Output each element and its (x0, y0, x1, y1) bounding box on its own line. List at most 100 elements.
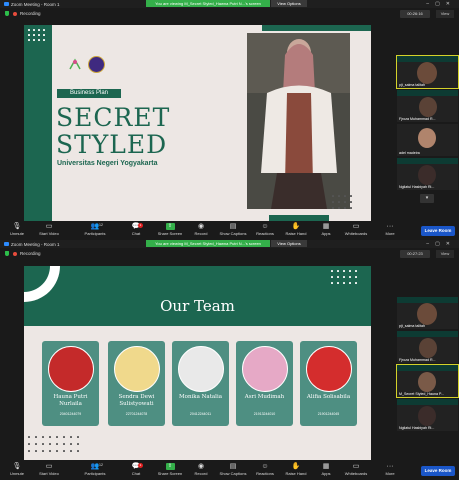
participant-tile[interactable]: pjt_salma talitah (397, 297, 458, 329)
view-grid-button[interactable]: View (436, 250, 454, 258)
reactions-icon: ☺ (261, 463, 269, 470)
record-button[interactable]: ◉ Record (186, 463, 216, 476)
shared-slide: Our Team Hauna Putri Nurlaila 2040124407… (24, 266, 371, 460)
window-controls[interactable]: –▢✕ (426, 241, 456, 247)
participants-button[interactable]: 👥 Participants 12 (80, 463, 110, 476)
record-icon: ◉ (197, 223, 205, 230)
participants-label: Participants (84, 231, 106, 236)
view-grid-button[interactable]: View (436, 10, 454, 18)
whiteboards-button[interactable]: ▭ Whiteboards (341, 463, 371, 476)
participant-name: Fjroza Muhammad R... (399, 117, 436, 121)
reactions-button[interactable]: ☺ Reactions (250, 463, 280, 476)
more-label: More (385, 471, 395, 476)
share-screen-icon: ⇧ (165, 223, 175, 230)
member-id: 20412244011 (189, 412, 212, 416)
apps-label: Apps (321, 231, 331, 236)
start-video-label: Start Video (39, 471, 59, 476)
share-screen-button[interactable]: ⇧ Share Screen (155, 463, 185, 476)
window-controls[interactable]: –▢✕ (426, 1, 456, 7)
reactions-button[interactable]: ☺ Reactions (250, 223, 280, 236)
model-photo-image (247, 33, 350, 209)
raise-hand-button[interactable]: ✋ Raise Hand (281, 463, 311, 476)
shared-slide: Business Plan SECRET STYLED Universitas … (24, 25, 371, 221)
participant-tile[interactable]: Ngilatul Hasbiyah Ri... (397, 399, 458, 431)
record-dot-icon (13, 251, 17, 256)
whiteboards-button[interactable]: ▭ Whiteboards (341, 223, 371, 236)
reactions-label: Reactions (256, 231, 274, 236)
video-off-icon: ▭ (45, 223, 53, 230)
brand-logo-icon (68, 57, 82, 71)
participants-button[interactable]: 👥 Participants 12 (80, 223, 110, 236)
more-button[interactable]: ··· More (375, 463, 405, 476)
whiteboard-icon: ▭ (352, 463, 360, 470)
chat-label: Chat (131, 231, 141, 236)
share-screen-button[interactable]: ⇧ Share Screen (155, 223, 185, 236)
leave-room-button[interactable]: Leave Room (421, 466, 455, 476)
participant-name: M_Secret Styled_Hauna P... (399, 392, 444, 396)
participant-video (418, 372, 436, 392)
chat-button[interactable]: 💬 Chat 1 (121, 223, 151, 236)
show-captions-button[interactable]: ▤ Show Captions (218, 223, 248, 236)
participant-video (417, 62, 437, 84)
unmute-button[interactable]: 🎙 Unmute (2, 463, 32, 476)
record-dot-icon (13, 11, 17, 16)
apps-button[interactable]: ▦ Apps (311, 463, 341, 476)
slide-title-line2: STYLED (56, 130, 168, 159)
apps-button[interactable]: ▦ Apps (311, 223, 341, 236)
participant-tile[interactable]: M_Secret Styled_Hauna P... (396, 364, 459, 398)
participant-name: Ngilatul Hasbiyah Ri... (399, 185, 435, 189)
team-card: Hauna Putri Nurlaila 20401244079 (42, 341, 99, 426)
raise-hand-button[interactable]: ✋ Raise Hand (281, 223, 311, 236)
participant-tile[interactable]: Ngilatul Hasbiyah Ri... (397, 158, 458, 190)
chat-button[interactable]: 💬 Chat 1 (121, 463, 151, 476)
member-name: Hauna Putri Nurlaila (53, 394, 88, 407)
tile-header-banner (397, 90, 458, 96)
participant-tile[interactable]: adel madeira (397, 124, 458, 156)
start-video-button[interactable]: ▭ Start Video (34, 223, 64, 236)
record-button[interactable]: ◉ Record (186, 223, 216, 236)
show-captions-button[interactable]: ▤ Show Captions (218, 463, 248, 476)
show-captions-label: Show Captions (219, 231, 247, 236)
participant-video (419, 97, 437, 117)
view-options-button[interactable]: View Options (271, 0, 307, 7)
member-name: Sendra Dewi Sulistyowati (118, 394, 155, 407)
raise-hand-label: Raise Hand (285, 471, 307, 476)
more-button[interactable]: ··· More (375, 223, 405, 236)
recording-indicator: Recording (5, 11, 41, 17)
reactions-icon: ☺ (261, 223, 269, 230)
microphone-off-icon: 🎙 (12, 463, 22, 470)
participants-count: 12 (99, 463, 103, 467)
participant-tile[interactable]: Fjroza Muhammad R... (397, 90, 458, 122)
leave-room-button[interactable]: Leave Room (421, 226, 455, 236)
participant-tile[interactable]: pjt_salma talitah (396, 55, 459, 89)
start-video-button[interactable]: ▭ Start Video (34, 463, 64, 476)
more-label: More (385, 231, 395, 236)
title-bar: Zoom Meeting - Room 1 You are viewing M_… (0, 0, 459, 8)
status-row: Recording 00:27:23 View (0, 248, 459, 260)
window-title-text: Zoom Meeting - Room 1 (11, 241, 60, 247)
member-name: Monika Natalia (179, 394, 222, 400)
zoom-window-top: Zoom Meeting - Room 1 You are viewing M_… (0, 0, 459, 240)
participant-name: pjt_salma talitah (399, 83, 425, 87)
participant-video (417, 303, 437, 325)
chevron-down-icon[interactable]: ▾ (420, 194, 434, 203)
status-row: Recording 00:26:16 View (0, 8, 459, 20)
apps-icon: ▦ (322, 223, 330, 230)
member-name: Alifia Solisabila (306, 394, 351, 400)
member-photo (48, 346, 94, 392)
shield-icon (5, 11, 9, 17)
unmute-button[interactable]: 🎙 Unmute (2, 223, 32, 236)
participant-tile[interactable]: Fjroza Muhammad R... (397, 331, 458, 363)
chat-badge: 1 (138, 223, 143, 228)
view-options-button[interactable]: View Options (271, 240, 307, 247)
more-icon: ··· (386, 223, 394, 230)
team-card: Asri Mudimah 21913244010 (236, 341, 293, 426)
chat-label: Chat (131, 471, 141, 476)
member-name: Asri Mudimah (244, 394, 285, 400)
tile-header-banner (397, 158, 458, 164)
participants-label: Participants (84, 471, 106, 476)
team-card: Monika Natalia 20412244011 (172, 341, 229, 426)
participant-video (418, 406, 436, 426)
member-id: 22701244078 (125, 412, 148, 416)
slide-title: Our Team (160, 297, 235, 315)
